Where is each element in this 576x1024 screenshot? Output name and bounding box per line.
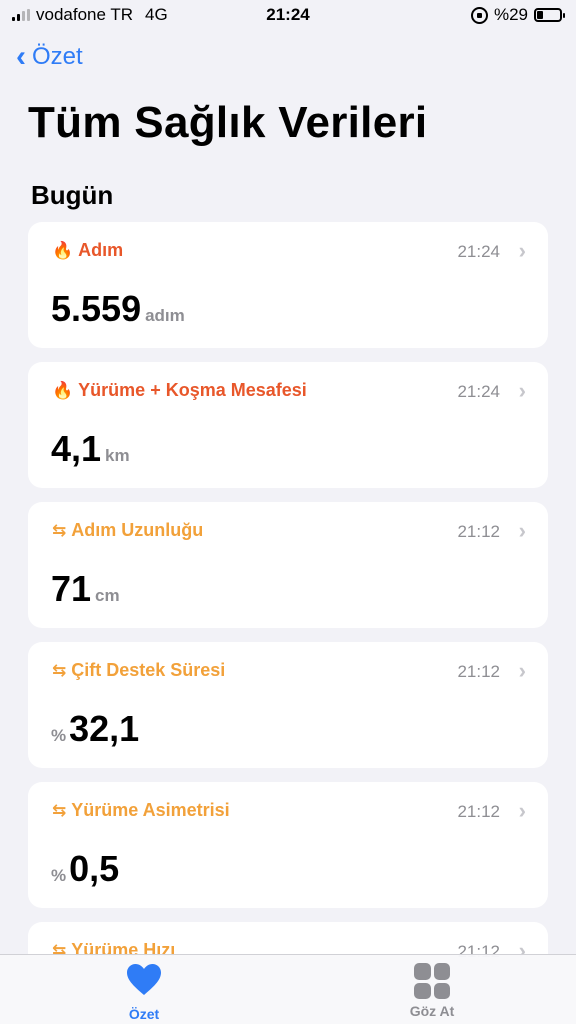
metric-card[interactable]: ⇆ Yürüme Asimetrisi 21:12 ›% 0,5 [28, 782, 548, 908]
chevron-right-icon: › [518, 518, 526, 543]
chevron-right-icon: › [518, 238, 526, 263]
arrows-icon: ⇆ [52, 660, 67, 680]
tab-summary[interactable]: Özet [84, 963, 204, 1022]
tab-browse[interactable]: Göz At [372, 963, 492, 1019]
section-title: Bugün [31, 180, 114, 210]
metric-unit: km [105, 446, 130, 465]
chevron-right-icon: › [518, 378, 526, 403]
metric-prefix: % [51, 866, 67, 885]
metric-label-text: Adım Uzunluğu [71, 520, 204, 540]
metric-number: 5.559 [51, 288, 142, 329]
arrows-icon: ⇆ [52, 800, 67, 820]
chevron-right-icon: › [518, 798, 526, 823]
metric-label: ⇆ Çift Destek Süresi [52, 660, 225, 681]
flame-icon: 🔥 [52, 380, 74, 400]
metric-label-text: Çift Destek Süresi [71, 660, 226, 680]
metric-card[interactable]: ⇆ Çift Destek Süresi 21:12 ›% 32,1 [28, 642, 548, 768]
metric-time: 21:12 [457, 662, 500, 681]
tab-bar: Özet Göz At [0, 954, 576, 1024]
metric-unit: adım [145, 306, 185, 325]
metric-prefix: % [51, 726, 67, 745]
metric-label-text: Yürüme Asimetrisi [71, 800, 230, 820]
back-button[interactable]: ‹ Özet [16, 42, 83, 72]
metric-time: 21:24 [457, 382, 500, 401]
metric-time: 21:12 [457, 802, 500, 821]
metric-unit: cm [95, 586, 120, 605]
tab-summary-label: Özet [128, 1006, 160, 1022]
rotation-lock-icon [470, 6, 488, 24]
status-right: %29 [470, 5, 565, 25]
heart-icon [127, 964, 161, 995]
battery-percent: %29 [493, 5, 528, 24]
grid-icon [414, 963, 450, 999]
metric-label: ⇆ Yürüme Asimetrisi [52, 800, 230, 821]
tab-browse-label: Göz At [409, 1003, 455, 1019]
metric-label: 🔥 Adım [52, 240, 123, 261]
metric-time: 21:12 [457, 522, 500, 541]
metric-number: 32,1 [69, 708, 140, 749]
metric-number: 4,1 [51, 428, 102, 469]
metric-value: 4,1 km [51, 428, 130, 470]
metric-value: 71 cm [51, 568, 120, 610]
metric-value: 5.559 adım [51, 288, 185, 330]
metric-label: 🔥 Yürüme + Koşma Mesafesi [52, 380, 307, 401]
metric-number: 0,5 [69, 848, 120, 889]
metric-card[interactable]: 🔥 Adım 21:24 › 5.559 adım [28, 222, 548, 348]
metric-label-text: Adım [78, 240, 124, 260]
status-bar: vodafone TR 4G 21:24 %29 [0, 0, 576, 30]
metric-label: ⇆ Adım Uzunluğu [52, 520, 203, 541]
metric-number: 71 [51, 568, 92, 609]
battery-icon [534, 8, 565, 22]
back-label: Özet [32, 43, 83, 70]
flame-icon: 🔥 [52, 240, 74, 260]
metric-card-list: 🔥 Adım 21:24 › 5.559 adım 🔥 Yürüme + Koşma Mesa… [28, 222, 548, 1024]
metric-value: % 0,5 [51, 848, 119, 890]
metric-card[interactable]: 🔥 Yürüme + Koşma Mesafesi 21:24 › 4,1 km [28, 362, 548, 488]
chevron-right-icon: › [518, 658, 526, 683]
metric-label-text: Yürüme + Koşma Mesafesi [78, 380, 307, 400]
page-title: Tüm Sağlık Verileri [28, 98, 428, 147]
arrows-icon: ⇆ [52, 520, 67, 540]
metric-value: % 32,1 [51, 708, 139, 750]
metric-time: 21:24 [457, 242, 500, 261]
chevron-left-icon: ‹ [16, 40, 26, 73]
metric-card[interactable]: ⇆ Adım Uzunluğu 21:12 › 71 cm [28, 502, 548, 628]
